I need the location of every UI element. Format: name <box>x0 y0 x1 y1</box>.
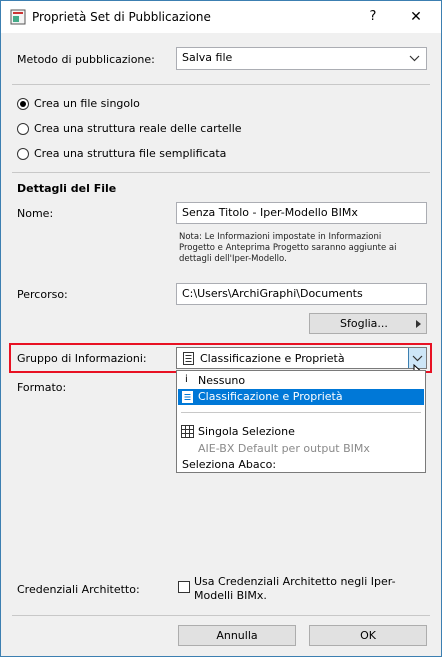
close-button[interactable]: ✕ <box>401 5 431 29</box>
name-label: Nome: <box>17 207 54 220</box>
dropdown-item-classification[interactable]: Classificazione e Proprietà <box>178 389 424 405</box>
path-label: Percorso: <box>17 288 68 301</box>
cancel-button[interactable]: Annulla <box>178 625 296 646</box>
separator <box>12 84 430 85</box>
radio-real-structure[interactable] <box>17 123 29 135</box>
dropdown-item-none[interactable]: i Nessuno <box>178 373 424 389</box>
separator <box>12 615 430 616</box>
app-icon <box>10 9 26 25</box>
dialog-window: Proprietà Set di Pubblicazione ? ✕ Metod… <box>0 0 442 657</box>
radio-simplified-structure[interactable] <box>17 148 29 160</box>
radio-single-file-label: Crea un file singolo <box>34 97 140 110</box>
grid-icon <box>181 425 194 438</box>
info-group-label: Gruppo di Informazioni: <box>17 352 147 365</box>
chevron-down-icon <box>412 355 423 362</box>
publish-method-select[interactable]: Salva file <box>176 47 427 70</box>
info-note: Nota: Le Informazioni impostate in Infor… <box>179 232 397 264</box>
publish-method-value: Salva file <box>182 51 233 64</box>
dropdown-item-classification-label: Classificazione e Proprietà <box>198 390 343 403</box>
name-input[interactable]: Senza Titolo - Iper-Modello BIMx <box>176 202 427 224</box>
credentials-label: Credenziali Architetto: <box>17 583 140 596</box>
browse-button[interactable]: Sfoglia... <box>309 313 427 334</box>
arrow-right-icon <box>416 320 421 328</box>
window-title: Proprietà Set di Pubblicazione <box>32 10 211 24</box>
radio-real-structure-label: Crea una struttura reale delle cartelle <box>34 122 242 135</box>
info-group-select[interactable]: Classificazione e Proprietà <box>176 347 427 369</box>
dropdown-item-bimx-default: AIE-BX Default per output BIMx <box>178 441 424 457</box>
path-input[interactable]: C:\Users\ArchiGraphi\Documents <box>176 283 427 305</box>
info-icon: i <box>185 374 188 385</box>
help-button[interactable]: ? <box>363 9 383 24</box>
dropdown-item-single-selection-label: Singola Selezione <box>198 425 295 438</box>
document-icon <box>183 352 194 365</box>
dropdown-separator <box>181 412 421 413</box>
radio-single-file[interactable] <box>17 98 29 110</box>
publish-method-label: Metodo di pubblicazione: <box>17 53 155 66</box>
document-icon <box>182 391 193 403</box>
ok-button[interactable]: OK <box>309 625 427 646</box>
info-group-value: Classificazione e Proprietà <box>200 352 345 365</box>
dropdown-item-select-schedule[interactable]: Seleziona Abaco: <box>178 457 424 473</box>
credentials-checkbox-label: Usa Credenziali Architetto negli Iper-Mo… <box>194 575 396 602</box>
format-label: Formato: <box>17 381 67 394</box>
chevron-down-icon <box>409 55 420 62</box>
browse-label: Sfoglia... <box>340 317 388 330</box>
title-bar: Proprietà Set di Pubblicazione ? ✕ <box>1 1 441 33</box>
dropdown-item-bimx-default-label: AIE-BX Default per output BIMx <box>198 442 370 455</box>
file-details-heading: Dettagli del File <box>17 182 117 195</box>
radio-simplified-structure-label: Crea una struttura file semplificata <box>34 147 227 160</box>
dropdown-item-none-label: Nessuno <box>198 374 246 387</box>
separator <box>12 172 430 173</box>
dropdown-item-select-schedule-label: Seleziona Abaco: <box>182 458 277 471</box>
credentials-checkbox[interactable] <box>178 581 190 593</box>
info-group-dropdown: i Nessuno Classificazione e Proprietà Si… <box>176 370 426 473</box>
dropdown-item-single-selection[interactable]: Singola Selezione <box>178 424 424 440</box>
